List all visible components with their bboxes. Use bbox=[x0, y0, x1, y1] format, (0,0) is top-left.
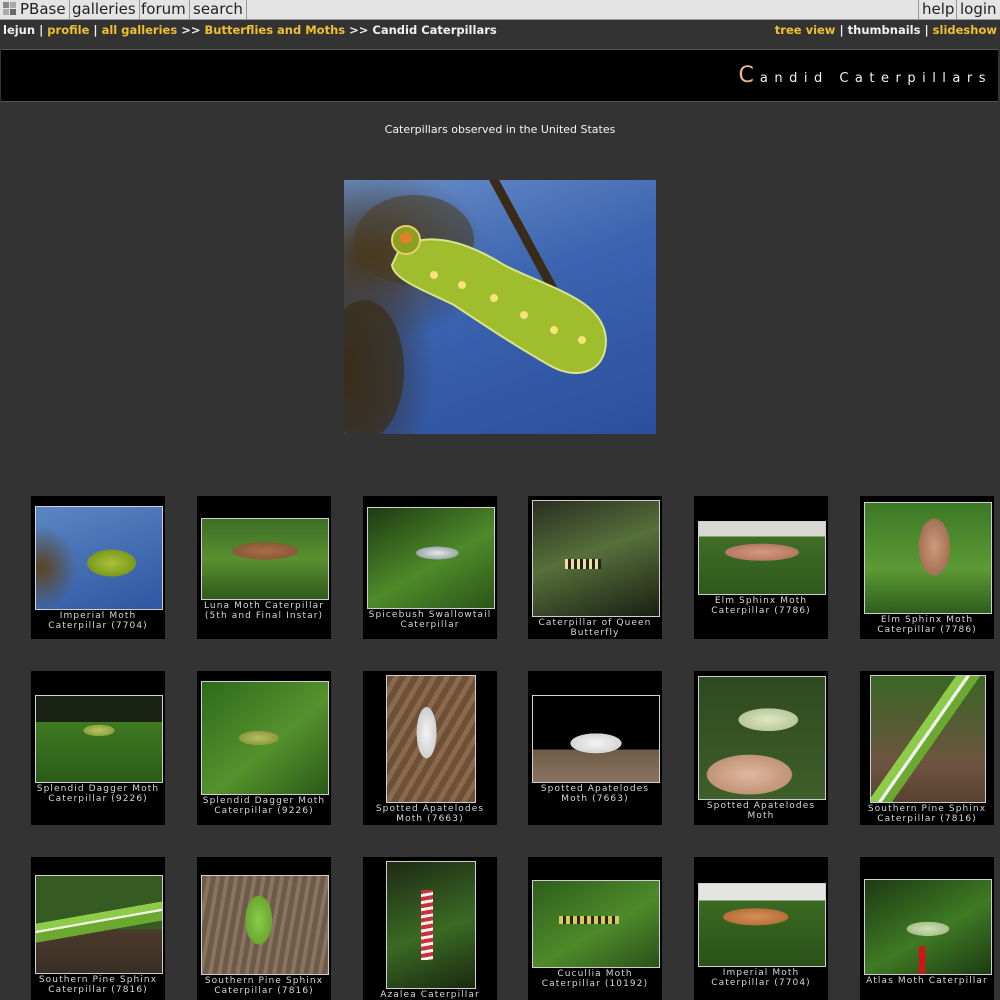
thumbnail-caption: Atlas Moth Caterpillar bbox=[866, 976, 988, 986]
view-nav-separator: | bbox=[839, 23, 844, 37]
thumbnail-tile[interactable]: Elm Sphinx Moth Caterpillar (7786) bbox=[860, 496, 994, 639]
thumbnail-caption: Splendid Dagger Moth Caterpillar (9226) bbox=[36, 784, 160, 804]
breadcrumb-profile-link[interactable]: profile bbox=[47, 23, 89, 37]
thumbnail-caption: Spicebush Swallowtail Caterpillar bbox=[368, 610, 492, 630]
breadcrumb-parent-gallery-link[interactable]: Butterflies and Moths bbox=[205, 23, 346, 37]
view-nav: tree view | thumbnails | slideshow bbox=[775, 23, 997, 37]
thumbnail-caption: Splendid Dagger Moth Caterpillar (9226) bbox=[202, 796, 326, 816]
thumbnail-tile[interactable]: Spotted Apatelodes Moth bbox=[694, 671, 828, 825]
thumbnail-caption: Elm Sphinx Moth Caterpillar (7786) bbox=[877, 615, 977, 635]
thumbnail-tile[interactable]: Spotted Apatelodes Moth (7663) bbox=[528, 671, 662, 825]
thumbnail-tile[interactable]: Imperial Moth Caterpillar (7704) bbox=[694, 857, 828, 1000]
thumbnail-tile[interactable]: Southern Pine Sphinx Caterpillar (7816) bbox=[197, 857, 331, 1000]
gallery-title: Candid Caterpillars bbox=[739, 63, 992, 88]
thumbnail-caption: Cucullia Moth Caterpillar (10192) bbox=[541, 969, 649, 989]
thumbnail-image[interactable] bbox=[532, 695, 660, 783]
thumbnail-caption: Southern Pine Sphinx Caterpillar (7816) bbox=[204, 976, 324, 996]
thumbnail-image[interactable] bbox=[35, 506, 163, 610]
thumbnail-tile[interactable]: Spotted Apatelodes Moth (7663) bbox=[363, 671, 497, 825]
thumbnail-caption: Caterpillar of Queen Butterfly bbox=[538, 618, 652, 638]
view-nav-separator: | bbox=[924, 23, 929, 37]
gallery-title-initial: C bbox=[738, 63, 760, 88]
breadcrumb: lejun | profile | all galleries >> Butte… bbox=[3, 23, 497, 37]
thumbnail-tile[interactable]: Southern Pine Sphinx Caterpillar (7816) bbox=[31, 857, 165, 1000]
thumbnail-caption: Southern Pine Sphinx Caterpillar (7816) bbox=[867, 804, 987, 824]
thumbnail-caption: Spotted Apatelodes Moth (7663) bbox=[540, 784, 650, 804]
thumbnail-caption: Southern Pine Sphinx Caterpillar (7816) bbox=[38, 975, 158, 995]
thumbnail-image[interactable] bbox=[386, 861, 476, 989]
pbase-logo-icon bbox=[3, 2, 16, 15]
thumbnail-image[interactable] bbox=[201, 875, 329, 975]
featured-image[interactable] bbox=[344, 180, 656, 434]
pbase-logo-label: PBase bbox=[20, 0, 66, 18]
menu-galleries[interactable]: galleries bbox=[69, 0, 140, 19]
thumbnail-image[interactable] bbox=[201, 518, 329, 600]
thumbnail-image[interactable] bbox=[201, 681, 329, 795]
thumbnail-tile[interactable]: Luna Moth Caterpillar (5th and Final Ins… bbox=[197, 496, 331, 639]
thumbnail-tile[interactable]: Atlas Moth Caterpillar bbox=[860, 857, 994, 1000]
thumbnail-image[interactable] bbox=[35, 695, 163, 783]
slideshow-link[interactable]: slideshow bbox=[933, 23, 997, 37]
thumbnail-tile[interactable]: Imperial Moth Caterpillar (7704) bbox=[31, 496, 165, 639]
thumbnail-caption: Imperial Moth Caterpillar (7704) bbox=[711, 968, 811, 988]
thumbnail-image[interactable] bbox=[698, 676, 826, 800]
thumbnail-tile[interactable]: Splendid Dagger Moth Caterpillar (9226) bbox=[31, 671, 165, 825]
menu-login[interactable]: login bbox=[956, 0, 1000, 19]
gallery-description: Caterpillars observed in the United Stat… bbox=[384, 123, 616, 136]
menu-search[interactable]: search bbox=[190, 0, 247, 19]
thumbnail-image[interactable] bbox=[698, 883, 826, 967]
thumbnail-caption: Spotted Apatelodes Moth bbox=[706, 801, 816, 821]
menu-help[interactable]: help bbox=[918, 0, 957, 19]
thumbnail-caption: Luna Moth Caterpillar (5th and Final Ins… bbox=[203, 601, 325, 621]
thumbnail-image[interactable] bbox=[532, 880, 660, 968]
thumbnail-tile[interactable]: Southern Pine Sphinx Caterpillar (7816) bbox=[860, 671, 994, 825]
thumbnail-tile[interactable]: Spicebush Swallowtail Caterpillar bbox=[363, 496, 497, 639]
tree-view-link[interactable]: tree view bbox=[775, 23, 836, 37]
thumbnail-caption: Spotted Apatelodes Moth (7663) bbox=[375, 804, 485, 824]
thumbnail-image[interactable] bbox=[698, 521, 826, 595]
thumbnails-view-current: thumbnails bbox=[847, 23, 921, 37]
pbase-logo-link[interactable]: PBase bbox=[0, 0, 70, 19]
thumbnail-image[interactable] bbox=[35, 875, 163, 974]
menu-forum[interactable]: forum bbox=[138, 0, 190, 19]
breadcrumb-separator: | bbox=[93, 23, 98, 37]
thumbnail-caption: Imperial Moth Caterpillar (7704) bbox=[48, 611, 148, 631]
thumbnail-image[interactable] bbox=[532, 500, 660, 617]
thumbnail-tile[interactable]: Caterpillar of Queen Butterfly bbox=[528, 496, 662, 639]
breadcrumb-all-galleries-link[interactable]: all galleries bbox=[102, 23, 178, 37]
thumbnail-image[interactable] bbox=[864, 879, 992, 975]
breadcrumb-arrow: >> bbox=[349, 23, 369, 37]
thumbnail-image[interactable] bbox=[386, 675, 476, 803]
thumbnail-image[interactable] bbox=[870, 675, 986, 803]
thumbnail-tile[interactable]: Elm Sphinx Moth Caterpillar (7786) bbox=[694, 496, 828, 639]
thumbnail-tile[interactable]: Azalea Caterpillar bbox=[363, 857, 497, 1000]
gallery-title-rest: andid Caterpillars bbox=[759, 71, 992, 86]
thumbnail-tile[interactable]: Cucullia Moth Caterpillar (10192) bbox=[528, 857, 662, 1000]
thumbnail-image[interactable] bbox=[864, 502, 992, 614]
breadcrumb-user: lejun bbox=[3, 23, 36, 37]
breadcrumb-separator: | bbox=[39, 23, 44, 37]
featured-caterpillar-illustration bbox=[344, 180, 608, 434]
thumbnail-caption: Elm Sphinx Moth Caterpillar (7786) bbox=[711, 596, 811, 616]
breadcrumb-current: Candid Caterpillars bbox=[372, 23, 497, 37]
breadcrumb-arrow: >> bbox=[181, 23, 201, 37]
thumbnail-image[interactable] bbox=[367, 507, 495, 609]
top-menu-bar: PBase galleries forum search help login bbox=[0, 0, 1000, 20]
gallery-title-banner: Candid Caterpillars bbox=[1, 49, 998, 102]
thumbnail-caption: Azalea Caterpillar bbox=[380, 990, 480, 1000]
thumbnail-tile[interactable]: Splendid Dagger Moth Caterpillar (9226) bbox=[197, 671, 331, 825]
